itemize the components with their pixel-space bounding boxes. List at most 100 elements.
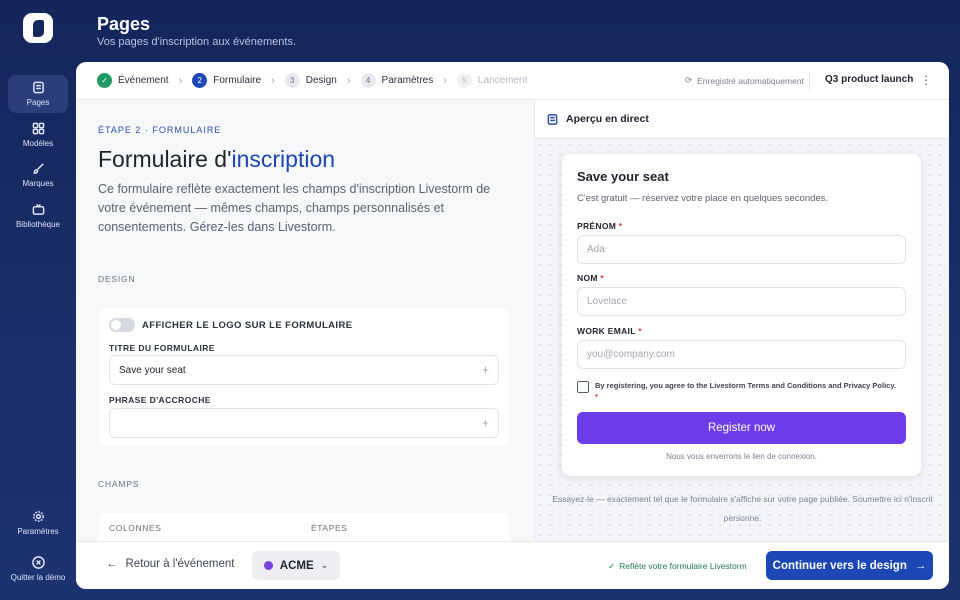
check-icon: ✓ (97, 73, 112, 88)
sidebar-item-library[interactable]: Bibliothèque (8, 197, 68, 235)
brand-label: ACME (279, 559, 314, 572)
reflect-label: Reflète votre formulaire Livestorm (619, 561, 747, 571)
step-settings[interactable]: 4 Paramètres (360, 73, 434, 88)
chevron-down-icon: ⌄ (320, 560, 329, 570)
field-placeholder: you@company.com (587, 349, 675, 360)
autosave-status: ⟳ Enregistré automatiquement (685, 75, 804, 86)
chevron-right-icon: › (346, 74, 351, 87)
required-mark: * (618, 221, 623, 231)
chevron-right-icon: › (178, 74, 183, 87)
step-label: Événement (118, 75, 169, 86)
field-label: NOM (577, 273, 598, 283)
sidebar-item-models[interactable]: Modèles (8, 116, 68, 154)
sidebar-item-settings[interactable]: Paramètres (8, 504, 68, 542)
add-variable-icon[interactable]: + (482, 416, 489, 430)
brush-icon (33, 163, 44, 174)
editor-panel: ÉTAPE 2 · FORMULAIRE Formulaire d'inscri… (76, 100, 534, 541)
event-name: Q3 product launch (825, 74, 914, 85)
grid-icon (32, 122, 44, 135)
footer-bar: ← Retour à l'événement ACME ⌄ ✓ Reflète vot… (76, 541, 949, 589)
page-subtitle: Vos pages d'inscription aux événements. (97, 36, 296, 48)
more-options-icon[interactable]: ⋮ (920, 73, 932, 87)
lastname-label: NOM * (577, 273, 604, 283)
arrow-right-icon: → (914, 559, 927, 572)
email-label: WORK EMAIL * (577, 326, 642, 336)
live-preview-panel: Aperçu en direct Save your seat C'est gr… (534, 100, 949, 541)
required-mark: * (600, 273, 605, 283)
add-variable-icon[interactable]: + (482, 363, 489, 377)
title-highlight: inscription (231, 146, 336, 172)
sidebar-item-label: Quitter la démo (10, 573, 66, 582)
chevron-right-icon: › (443, 74, 447, 87)
preview-form-title: Save your seat (577, 169, 669, 184)
gear-icon (32, 511, 44, 522)
fields-heading: CHAMPS (98, 479, 140, 489)
design-heading: DESIGN (98, 274, 136, 284)
reflect-status: ✓ Reflète votre formulaire Livestorm (608, 561, 747, 572)
field-placeholder: Ada (587, 244, 605, 255)
field-placeholder: Lovelace (587, 296, 628, 307)
firstname-label: PRÉNOM * (577, 221, 622, 231)
chevron-right-icon: › (271, 74, 275, 87)
sidebar-item-label: Paramètres (17, 527, 59, 536)
preview-heading: Aperçu en direct (566, 113, 649, 125)
email-input[interactable]: you@company.com (577, 340, 906, 369)
main-card: ✓ Événement › 2 Formulaire › 3 Design › 4 Pa… (76, 62, 949, 589)
app-logo[interactable] (23, 13, 53, 43)
step-number: 4 (360, 73, 376, 88)
registration-form-preview: Save your seat C'est gratuit — réservez … (562, 154, 921, 476)
exit-icon (31, 556, 45, 569)
consent-checkbox[interactable] (577, 381, 589, 393)
sidebar-item-exit-demo[interactable]: Quitter la démo (8, 549, 68, 589)
show-logo-label: AFFICHER LE LOGO SUR LE FORMULAIRE (142, 320, 353, 331)
sidebar-item-pages[interactable]: Pages (8, 75, 68, 113)
field-label: PRÉNOM (577, 221, 617, 231)
arrow-left-icon: ← (106, 558, 118, 570)
sidebar-item-label: Modèles (22, 139, 54, 148)
step-label: Paramètres (381, 75, 434, 86)
back-label: Retour à l'événement (125, 558, 235, 570)
step-number: 3 (284, 73, 300, 88)
sidebar-item-label: Bibliothèque (15, 220, 61, 229)
autosave-text: Enregistré automatiquement (697, 75, 804, 86)
step-eyebrow: ÉTAPE 2 · FORMULAIRE (98, 125, 222, 135)
back-to-event-button[interactable]: ← Retour à l'événement (106, 558, 234, 570)
design-panel: AFFICHER LE LOGO SUR LE FORMULAIRE TITRE… (98, 308, 510, 446)
form-title-label: TITRE DU FORMULAIRE (109, 343, 215, 353)
consent-text: By registering, you agree to the Livesto… (595, 380, 900, 402)
step-label: Lancement (477, 75, 528, 86)
editor-title: Formulaire d'inscription (98, 146, 335, 173)
preview-hint: Essayez-le — exactement tel que le formu… (552, 494, 933, 523)
sidebar-item-label: Marques (22, 179, 54, 188)
required-mark: * (595, 392, 598, 401)
step-design[interactable]: 3 Design (284, 73, 337, 88)
field-label: WORK EMAIL (577, 326, 636, 336)
tv-icon (32, 203, 44, 215)
step-launch: 5 Lancement (456, 73, 528, 88)
consent-copy: By registering, you agree to the Livesto… (595, 381, 897, 390)
divider (809, 72, 810, 90)
continue-to-design-button[interactable]: Continuer vers le design → (766, 551, 933, 580)
lastname-input[interactable]: Lovelace (577, 287, 906, 316)
register-button[interactable]: Register now (577, 412, 906, 444)
step-event[interactable]: ✓ Événement (97, 73, 169, 88)
stepper: ✓ Événement › 2 Formulaire › 3 Design › 4 Pa… (76, 62, 949, 100)
form-title-input[interactable]: Save your seat + (109, 355, 499, 385)
step-label: Formulaire (213, 75, 262, 86)
step-number: 2 (192, 73, 208, 88)
required-mark: * (638, 326, 642, 336)
page-title: Pages (97, 14, 151, 34)
preview-form-subtitle: C'est gratuit — réservez votre place en … (577, 193, 829, 204)
tagline-input[interactable]: + (109, 408, 499, 438)
firstname-input[interactable]: Ada (577, 235, 906, 264)
step-number: 5 (456, 73, 472, 88)
step-label: Design (305, 75, 337, 86)
sidebar-item-label: Pages (26, 98, 50, 107)
sidebar-item-brands[interactable]: Marques (8, 156, 68, 194)
pages-icon (32, 81, 44, 94)
step-form[interactable]: 2 Formulaire (192, 73, 261, 88)
show-logo-toggle[interactable] (109, 318, 135, 332)
brand-selector[interactable]: ACME ⌄ (252, 551, 340, 580)
continue-label: Continuer vers le design (772, 559, 907, 572)
brand-color-dot (263, 561, 273, 570)
